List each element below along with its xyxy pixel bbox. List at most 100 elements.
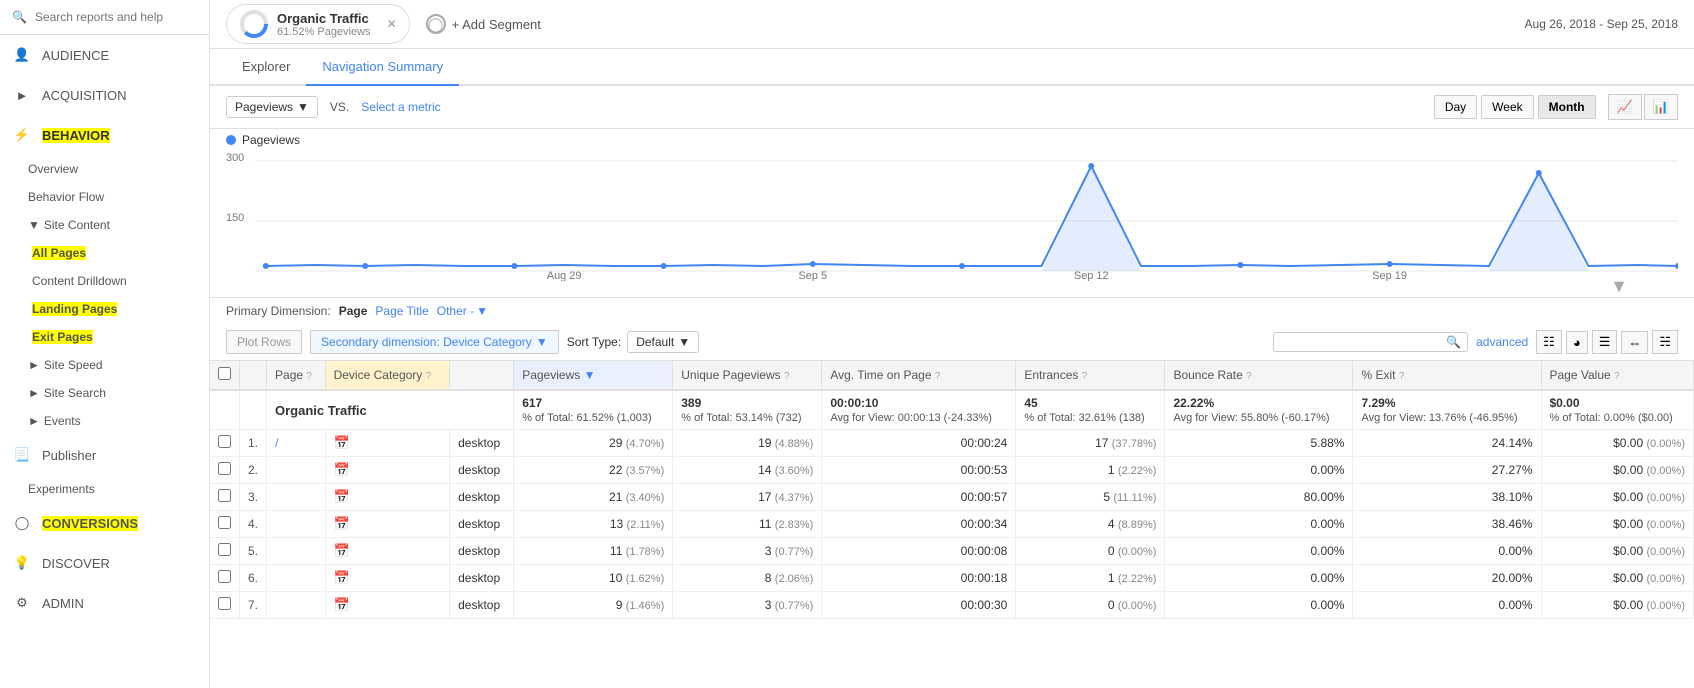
bar-chart-button[interactable]: 📊: [1644, 94, 1678, 120]
row-num: 1.: [240, 430, 267, 457]
pageviews-chart: 300 150 Aug 29 Sep 5: [226, 151, 1678, 281]
admin-icon: ⚙: [12, 593, 32, 613]
row-avg-time: 00:00:24: [822, 430, 1016, 457]
row-page[interactable]: [267, 511, 326, 538]
sidebar-sub-site-speed[interactable]: ► Site Speed: [0, 351, 209, 379]
row-bounce: 0.00%: [1165, 457, 1353, 484]
dim-page-title-link[interactable]: Page Title: [375, 304, 428, 318]
svg-text:Sep 5: Sep 5: [798, 270, 827, 281]
vs-label: VS.: [330, 100, 349, 114]
sidebar-item-discover[interactable]: 💡 DISCOVER: [0, 543, 209, 583]
summary-pageviews: 617 % of Total: 61.52% (1,003): [514, 390, 673, 430]
table-search-input[interactable]: [1280, 335, 1440, 349]
svg-text:Sep 19: Sep 19: [1372, 270, 1407, 281]
row-checkbox[interactable]: [210, 592, 240, 619]
sort-type-dropdown[interactable]: Default ▼: [627, 331, 699, 353]
th-checkbox[interactable]: [210, 361, 240, 390]
row-page[interactable]: [267, 457, 326, 484]
th-device-category[interactable]: Device Category ?: [325, 361, 450, 390]
row-device-icon: 📅: [325, 565, 450, 592]
row-checkbox[interactable]: [210, 511, 240, 538]
th-unique-pageviews[interactable]: Unique Pageviews ?: [673, 361, 822, 390]
table-search-icon[interactable]: 🔍: [1446, 335, 1461, 349]
tab-navigation-summary[interactable]: Navigation Summary: [306, 49, 459, 86]
th-bounce-rate[interactable]: Bounce Rate ?: [1165, 361, 1353, 390]
grid-view-button[interactable]: ☷: [1536, 330, 1562, 354]
week-button[interactable]: Week: [1481, 95, 1533, 119]
publisher-icon: 📃: [12, 445, 32, 465]
date-range-buttons: Day Week Month: [1434, 95, 1596, 119]
month-button[interactable]: Month: [1538, 95, 1596, 119]
th-pageviews[interactable]: Pageviews ▼: [514, 361, 673, 390]
row-pageviews: 10 (1.62%): [514, 565, 673, 592]
add-segment-button[interactable]: ◯ + Add Segment: [426, 14, 541, 34]
row-checkbox[interactable]: [210, 457, 240, 484]
row-bounce: 0.00%: [1165, 565, 1353, 592]
data-table-container: Page ? Device Category ? Pageviews ▼ Uni…: [210, 361, 1694, 688]
sidebar-sub-site-content[interactable]: ▼ Site Content: [0, 211, 209, 239]
row-unique-pv: 14 (3.60%): [673, 457, 822, 484]
expand-right-icon: ►: [28, 358, 40, 372]
row-page[interactable]: [267, 538, 326, 565]
search-input[interactable]: [35, 10, 197, 24]
primary-dim-label: Primary Dimension:: [226, 304, 331, 318]
metric-label: Pageviews: [235, 100, 293, 114]
sidebar-item-publisher[interactable]: 📃 Publisher: [0, 435, 209, 475]
row-checkbox[interactable]: [210, 565, 240, 592]
row-checkbox[interactable]: [210, 430, 240, 457]
th-page-value[interactable]: Page Value ?: [1541, 361, 1694, 390]
row-num: 4.: [240, 511, 267, 538]
row-bounce: 0.00%: [1165, 538, 1353, 565]
row-checkbox[interactable]: [210, 538, 240, 565]
add-segment-circle: ◯: [426, 14, 446, 34]
row-page[interactable]: [267, 565, 326, 592]
th-entrances[interactable]: Entrances ?: [1016, 361, 1165, 390]
row-page[interactable]: [267, 484, 326, 511]
table-search-box[interactable]: 🔍: [1273, 332, 1468, 352]
plot-rows-button[interactable]: Plot Rows: [226, 330, 302, 354]
metric-dropdown[interactable]: Pageviews ▼: [226, 96, 318, 118]
custom-view-button[interactable]: ☵: [1652, 330, 1678, 354]
sidebar-sub-behavior-flow[interactable]: Behavior Flow: [0, 183, 209, 211]
tab-explorer[interactable]: Explorer: [226, 49, 306, 86]
sidebar-item-conversions[interactable]: ◯ CONVERSIONS: [0, 503, 209, 543]
th-page[interactable]: Page ?: [267, 361, 326, 390]
select-metric-link[interactable]: Select a metric: [361, 100, 440, 114]
sidebar-item-audience[interactable]: 👤 AUDIENCE: [0, 35, 209, 75]
search-bar[interactable]: 🔍: [0, 0, 209, 35]
sidebar-sub-events[interactable]: ► Events: [0, 407, 209, 435]
sidebar-item-admin[interactable]: ⚙ ADMIN: [0, 583, 209, 623]
day-button[interactable]: Day: [1434, 95, 1477, 119]
row-value: $0.00 (0.00%): [1541, 592, 1694, 619]
th-pct-exit[interactable]: % Exit ?: [1353, 361, 1541, 390]
list-view-button[interactable]: ☰: [1592, 330, 1618, 354]
th-avg-time[interactable]: Avg. Time on Page ?: [822, 361, 1016, 390]
segment-close-icon[interactable]: ✕: [387, 17, 397, 31]
row-page[interactable]: [267, 592, 326, 619]
dim-other-dropdown[interactable]: Other - ▼: [437, 304, 488, 318]
sidebar-item-behavior[interactable]: ⚡ BEHAVIOR: [0, 115, 209, 155]
advanced-link[interactable]: advanced: [1476, 335, 1528, 349]
metric-chevron-icon: ▼: [297, 100, 309, 114]
row-exit: 0.00%: [1353, 592, 1541, 619]
row-value: $0.00 (0.00%): [1541, 538, 1694, 565]
sidebar-sub-site-search[interactable]: ► Site Search: [0, 379, 209, 407]
sidebar-item-acquisition[interactable]: ► ACQUISITION: [0, 75, 209, 115]
row-avg-time: 00:00:30: [822, 592, 1016, 619]
sidebar-sub-all-pages[interactable]: All Pages: [0, 239, 209, 267]
row-value: $0.00 (0.00%): [1541, 484, 1694, 511]
row-page[interactable]: /: [267, 430, 326, 457]
pivot-view-button[interactable]: ⇔: [1621, 331, 1648, 354]
pie-view-button[interactable]: ◕: [1566, 331, 1588, 354]
select-all-checkbox[interactable]: [218, 367, 231, 380]
row-entrances: 1 (2.22%): [1016, 565, 1165, 592]
sidebar-sub-exit-pages[interactable]: Exit Pages: [0, 323, 209, 351]
dim-page-link[interactable]: Page: [339, 304, 368, 318]
sidebar-sub-overview[interactable]: Overview: [0, 155, 209, 183]
secondary-dim-button[interactable]: Secondary dimension: Device Category ▼: [310, 330, 559, 354]
row-checkbox[interactable]: [210, 484, 240, 511]
line-chart-button[interactable]: 📈: [1608, 94, 1642, 120]
sidebar-sub-experiments[interactable]: Experiments: [0, 475, 209, 503]
sidebar-sub-content-drilldown[interactable]: Content Drilldown: [0, 267, 209, 295]
sidebar-sub-landing-pages[interactable]: Landing Pages: [0, 295, 209, 323]
